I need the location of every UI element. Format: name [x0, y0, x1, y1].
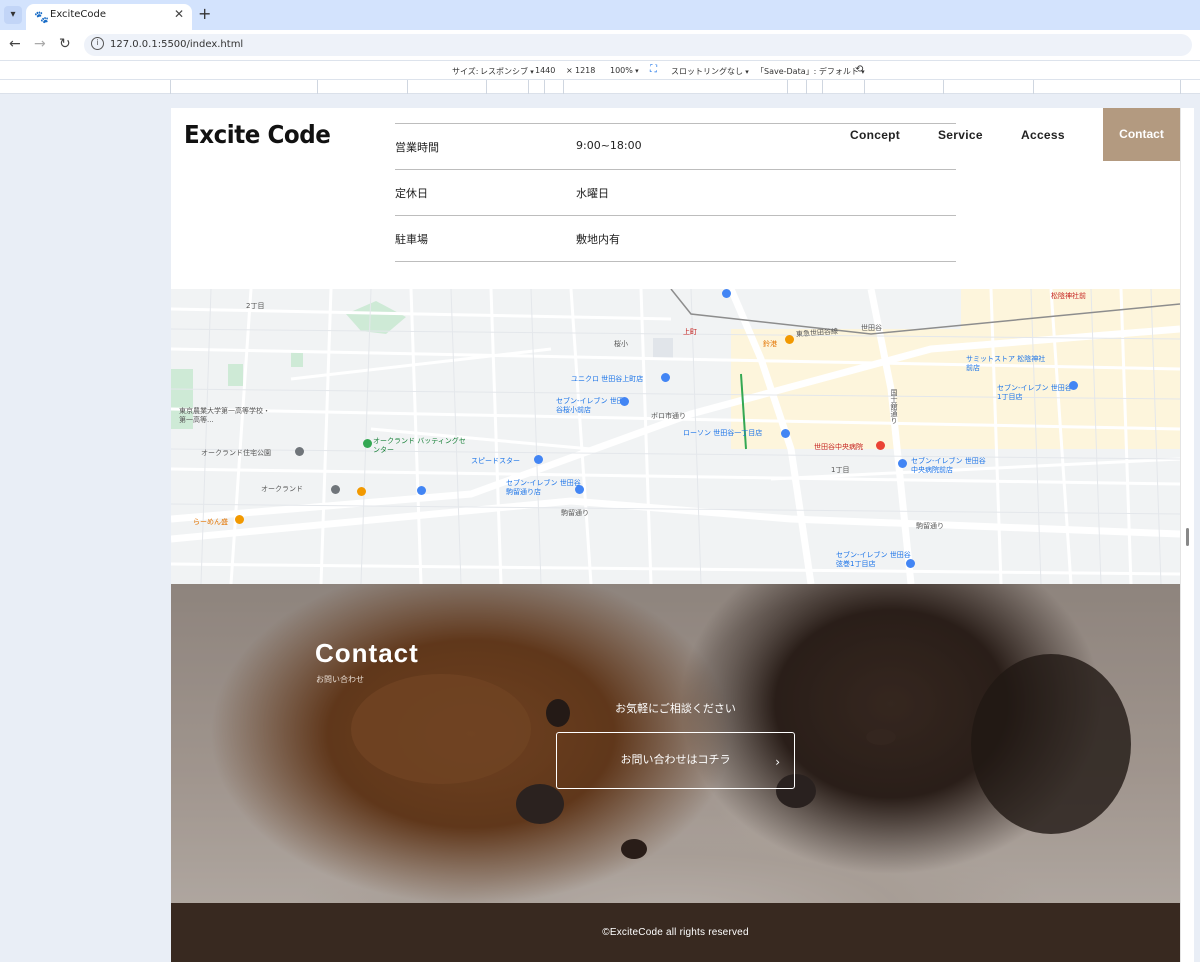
forward-icon[interactable]: → — [34, 36, 46, 52]
browser-tab[interactable]: 🐾 ExciteCode ✕ — [26, 4, 192, 30]
map-label: 鈴港 — [763, 340, 777, 348]
contact-button[interactable]: お問い合わせはコチラ › — [556, 732, 795, 789]
fit-icon[interactable]: ⛶ — [650, 64, 657, 75]
info-label: 営業時間 — [395, 141, 439, 154]
map-pin-icon[interactable] — [876, 441, 885, 450]
map-label: 桜小 — [614, 340, 628, 348]
map-label: ボロ市通り — [651, 412, 686, 420]
map-pin-icon[interactable] — [1069, 381, 1078, 390]
map-pin-icon[interactable] — [785, 335, 794, 344]
section-title: Contact — [315, 638, 419, 668]
tab-title: ExciteCode — [50, 9, 107, 20]
map-label: 駒留通り — [561, 509, 589, 517]
map-pin-icon[interactable] — [781, 429, 790, 438]
map-label: 世田谷 — [861, 324, 882, 332]
info-value: 水曜日 — [576, 187, 609, 200]
map-label: 世田谷中央病院 — [814, 443, 863, 451]
size-mode-select[interactable]: レスポンシブ — [480, 66, 534, 77]
map-label: ローソン 世田谷一丁目店 — [683, 429, 763, 437]
scrollbar-thumb[interactable] — [1186, 528, 1189, 546]
map-pin-icon[interactable] — [235, 515, 244, 524]
map-pin-icon[interactable] — [898, 459, 907, 468]
map-pin-icon[interactable] — [906, 559, 915, 568]
map-streets — [171, 289, 1180, 584]
map-pin-icon[interactable] — [417, 486, 426, 495]
site-viewport: Excite Code 営業時間 9:00~18:00 定休日 水曜日 駐車場 … — [171, 108, 1180, 962]
map-label: セブン-イレブン 世田谷桜小前店 — [556, 397, 624, 414]
table-row: 駐車場 敷地内有 — [395, 216, 956, 262]
info-label: 定休日 — [395, 187, 428, 200]
map-pin-icon[interactable] — [575, 485, 584, 494]
zoom-select[interactable]: 100% — [610, 66, 639, 75]
info-value: 9:00~18:00 — [576, 139, 642, 152]
map-label: オークランド バッティングセンター — [373, 437, 466, 454]
times-sign: × — [566, 66, 573, 75]
map-label: 上町 — [683, 328, 697, 336]
size-label: サイズ: — [452, 67, 479, 76]
reload-icon[interactable]: ↻ — [59, 36, 71, 52]
map-pin-icon[interactable] — [363, 439, 372, 448]
map-pin-icon[interactable] — [722, 289, 731, 298]
map-pin-icon[interactable] — [295, 447, 304, 456]
info-label: 駐車場 — [395, 233, 428, 246]
contact-lead-text: お気軽にご相談ください — [615, 702, 736, 715]
map-pin-icon[interactable] — [661, 373, 670, 382]
map-pin-icon[interactable] — [357, 487, 366, 496]
map-label: オークランド住宅公園 — [201, 449, 271, 457]
address-bar[interactable]: i 127.0.0.1:5500/index.html — [84, 34, 1192, 56]
media-query-ruler — [0, 80, 1200, 94]
section-subtitle: お問い合わせ — [316, 675, 364, 684]
map-label: セブン-イレブン 世田谷駒留通り店 — [506, 479, 581, 496]
map-label: 1丁目 — [831, 466, 850, 474]
new-tab-icon[interactable]: + — [198, 4, 211, 23]
map-label: オークランド — [261, 485, 303, 493]
info-icon[interactable]: i — [91, 37, 104, 50]
map-label: 松陰神社前 — [1051, 292, 1086, 300]
map-label: 東京農業大学第一高等学校・第一高等... — [179, 407, 270, 424]
map-label: サミットストア 松陰神社前店 — [966, 355, 1046, 372]
map-pin-icon[interactable] — [534, 455, 543, 464]
tab-search-button[interactable]: ▾ — [4, 6, 22, 24]
width-input[interactable]: 1440 — [535, 66, 555, 75]
site-logo[interactable]: Excite Code — [184, 120, 331, 149]
map-label: 2丁目 — [246, 302, 265, 310]
nav-contact-button[interactable]: Contact — [1103, 108, 1180, 161]
paw-icon: 🐾 — [34, 10, 49, 24]
url-text: 127.0.0.1:5500/index.html — [110, 39, 244, 50]
map-label: 駒留通り — [916, 522, 944, 530]
browser-toolbar: ← → ↻ i 127.0.0.1:5500/index.html — [0, 30, 1200, 60]
device-toolbar: サイズ: レスポンシブ 1440 × 1218 100% ⛶ スロットリングなし… — [0, 60, 1200, 80]
map-label: ユニクロ 世田谷上町店 — [571, 375, 644, 383]
save-data-select[interactable]: 「Save-Data」: デフォルト — [756, 66, 865, 77]
nav-access-link[interactable]: Access — [1021, 128, 1065, 142]
map-label: セブン-イレブン 世田谷1丁目店 — [997, 384, 1072, 401]
map-label: セブン-イレブン 世田谷弦巻1丁目店 — [836, 551, 911, 568]
info-table: 営業時間 9:00~18:00 定休日 水曜日 駐車場 敷地内有 — [395, 123, 956, 262]
map-pin-icon[interactable] — [620, 397, 629, 406]
height-input[interactable]: 1218 — [575, 66, 595, 75]
map-label: セブン-イレブン 世田谷中央病院前店 — [911, 457, 986, 474]
contact-button-label: お問い合わせはコチラ — [620, 753, 731, 766]
throttling-select[interactable]: スロットリングなし — [671, 66, 749, 77]
copyright-text: ©ExciteCode all rights reserved — [602, 927, 749, 938]
map-pin-icon[interactable] — [331, 485, 340, 494]
close-tab-icon[interactable]: ✕ — [174, 7, 184, 21]
nav-service-link[interactable]: Service — [938, 128, 983, 142]
nav-concept-link[interactable]: Concept — [850, 128, 900, 142]
back-icon[interactable]: ← — [9, 36, 21, 52]
contact-section: Contact お問い合わせ お気軽にご相談ください お問い合わせはコチラ › — [171, 584, 1180, 903]
info-value: 敷地内有 — [576, 233, 620, 246]
map-label: スピードスター — [471, 457, 520, 465]
map-label: らーめん盛 — [193, 518, 228, 526]
site-footer: ©ExciteCode all rights reserved — [171, 903, 1180, 962]
tab-strip: ▾ 🐾 ExciteCode ✕ + — [0, 0, 1200, 30]
embedded-map[interactable]: 2丁目 松陰神社前 上町 世田谷 東急世田谷線 桜小 鈴港 サミットストア 松陰… — [171, 289, 1180, 584]
rotate-icon[interactable]: ⟲ — [855, 64, 863, 75]
chevron-right-icon: › — [775, 755, 780, 769]
map-label: 国士舘通り — [890, 389, 898, 424]
page-scrollbar[interactable] — [1180, 108, 1194, 962]
table-row: 定休日 水曜日 — [395, 170, 956, 216]
